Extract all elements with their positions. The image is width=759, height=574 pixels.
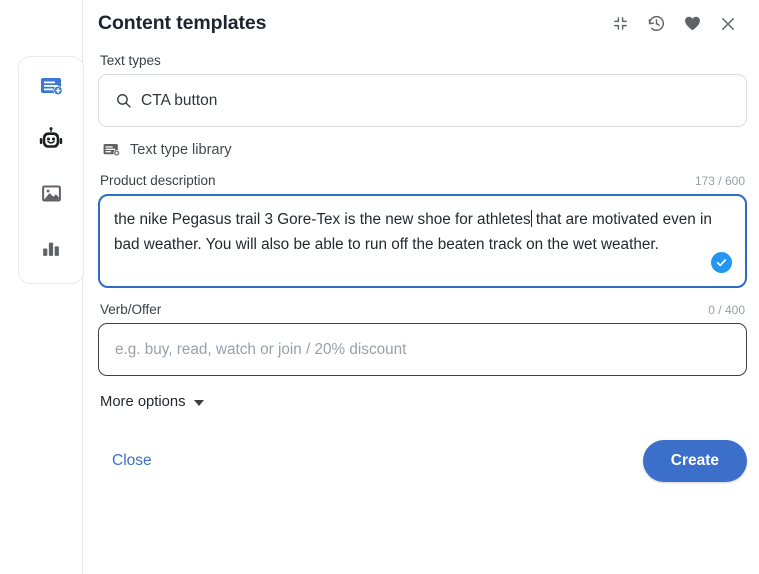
more-options-toggle[interactable]: More options: [100, 394, 204, 410]
verb-offer-counter: 0 / 400: [708, 303, 745, 317]
left-rail: [0, 0, 84, 574]
dialog-footer: Close Create: [98, 440, 747, 482]
verb-offer-label: Verb/Offer: [100, 302, 162, 317]
page-title: Content templates: [98, 12, 267, 34]
text-type-library-label: Text type library: [130, 141, 232, 158]
sidebar-item-text-generate[interactable]: [34, 71, 68, 105]
verb-offer-input[interactable]: e.g. buy, read, watch or join / 20% disc…: [98, 323, 747, 376]
product-description-text: the nike Pegasus trail 3 Gore-Tex is the…: [114, 207, 730, 257]
verb-offer-label-row: Verb/Offer 0 / 400: [100, 302, 745, 317]
chevron-down-icon: [193, 400, 204, 406]
left-rail-card: [18, 56, 84, 284]
text-type-library-icon: [102, 140, 121, 159]
text-add-icon: [39, 74, 63, 103]
verb-offer-placeholder: e.g. buy, read, watch or join / 20% disc…: [115, 340, 407, 358]
text-types-value: CTA button: [141, 91, 218, 109]
product-description-textarea[interactable]: the nike Pegasus trail 3 Gore-Tex is the…: [98, 194, 747, 288]
text-type-library-link[interactable]: Text type library: [102, 140, 232, 159]
check-circle-icon: [711, 252, 732, 273]
search-icon: [115, 92, 132, 109]
product-description-text-before: the nike Pegasus trail 3 Gore-Tex is the…: [114, 211, 531, 228]
dialog-header: Content templates: [98, 0, 747, 39]
product-description-counter: 173 / 600: [694, 174, 745, 188]
text-types-label: Text types: [100, 53, 161, 68]
image-icon: [40, 182, 63, 210]
history-icon[interactable]: [646, 14, 666, 34]
bar-chart-icon: [40, 237, 62, 264]
close-button[interactable]: Close: [112, 452, 152, 470]
close-icon[interactable]: [718, 14, 738, 34]
sidebar-item-images[interactable]: [34, 179, 68, 213]
dialog-panel: Content templates Text types CTA button …: [83, 0, 759, 574]
heart-icon[interactable]: [682, 14, 702, 34]
more-options-label: More options: [100, 394, 186, 410]
header-actions: [610, 14, 747, 34]
text-types-select[interactable]: CTA button: [98, 74, 747, 127]
create-button[interactable]: Create: [642, 440, 747, 482]
product-description-label-row: Product description 173 / 600: [100, 173, 745, 188]
content-templates-dialog: Content templates Text types CTA button …: [0, 0, 759, 574]
sidebar-item-ai-assistant[interactable]: [34, 125, 68, 159]
sidebar-item-analytics[interactable]: [34, 233, 68, 267]
product-description-label: Product description: [100, 173, 216, 188]
collapse-icon[interactable]: [610, 14, 630, 34]
robot-icon: [39, 127, 63, 157]
